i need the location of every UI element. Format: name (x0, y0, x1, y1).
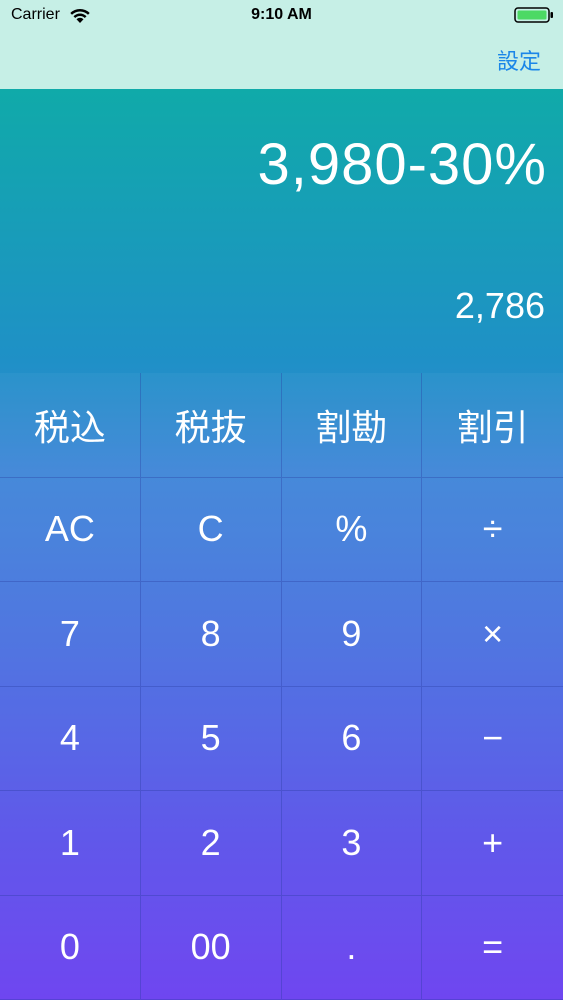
tax-excluded-button[interactable]: 税抜 (140, 373, 282, 478)
digit-7-button[interactable]: 7 (0, 582, 141, 687)
digit-0-button[interactable]: 0 (0, 895, 141, 1000)
tax-included-button[interactable]: 税込 (0, 373, 141, 478)
digit-1-button[interactable]: 1 (0, 791, 141, 896)
top-bar: Carrier 9:10 AM 設定 (0, 0, 563, 89)
status-bar: Carrier 9:10 AM (0, 0, 563, 32)
percent-button[interactable]: % (281, 477, 423, 582)
decimal-point-button[interactable]: . (281, 895, 423, 1000)
expression-display: 3,980-30% (257, 132, 547, 197)
double-zero-button[interactable]: 00 (140, 895, 282, 1000)
calculator-screen: Carrier 9:10 AM 設定 3,980-30% 2,786 税込 税抜 (0, 0, 563, 1000)
keypad: 税込 税抜 割勘 割引 AC C % ÷ 7 8 9 × 4 5 6 − 1 2… (0, 373, 563, 1000)
equals-button[interactable]: = (422, 895, 563, 1000)
discount-button[interactable]: 割引 (422, 373, 563, 478)
divide-button[interactable]: ÷ (422, 477, 563, 582)
split-bill-button[interactable]: 割勘 (281, 373, 423, 478)
result-display: 2,786 (454, 285, 545, 326)
digit-9-button[interactable]: 9 (281, 582, 423, 687)
status-time: 9:10 AM (251, 6, 312, 23)
digit-6-button[interactable]: 6 (281, 686, 423, 791)
calculator-body: 3,980-30% 2,786 税込 税抜 割勘 割引 AC C % ÷ 7 8… (0, 89, 563, 1000)
settings-button[interactable]: 設定 (497, 44, 541, 76)
nav-bar: 設定 (0, 32, 563, 89)
digit-4-button[interactable]: 4 (0, 686, 141, 791)
digit-2-button[interactable]: 2 (140, 791, 282, 896)
all-clear-button[interactable]: AC (0, 477, 141, 582)
clear-button[interactable]: C (140, 477, 282, 582)
battery-icon (514, 7, 553, 23)
digit-8-button[interactable]: 8 (140, 582, 282, 687)
multiply-button[interactable]: × (422, 582, 563, 687)
subtract-button[interactable]: − (422, 686, 563, 791)
digit-3-button[interactable]: 3 (281, 791, 423, 896)
add-button[interactable]: + (422, 791, 563, 896)
display-area: 3,980-30% 2,786 (0, 89, 563, 373)
digit-5-button[interactable]: 5 (140, 686, 282, 791)
